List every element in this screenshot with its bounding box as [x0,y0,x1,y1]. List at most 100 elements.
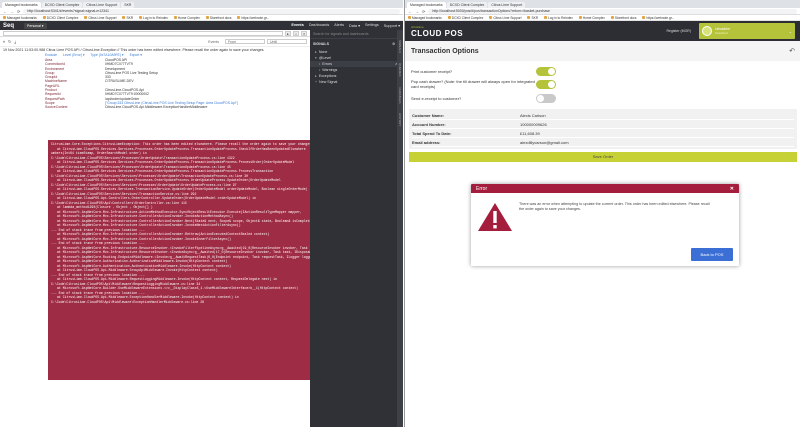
signals-heading: SIGNALS [313,42,329,46]
error-dialog: Error ✕ There was an error when attempti… [471,184,739,266]
customer-row: Email address: alexdillyvarson@gmail.com [412,138,794,147]
property-value: CitrusLime POS Live Testing Setup [105,70,158,75]
customer-row: Total Spend To Date: £11,608.39 [412,129,794,138]
customer-value: Alexis Carlson [520,112,546,118]
bookmark-item[interactable]: DCXD Client Complex [43,16,79,20]
search-input[interactable] [3,30,283,36]
bookmark-item[interactable]: https://webnote.gr... [642,16,674,20]
refresh-icon[interactable]: ↻ [8,39,11,44]
exception-line: CitrusLime.Core.Exceptions.CitrusLimeExc… [51,142,310,146]
star-icon[interactable]: ☆ [293,30,299,36]
nav-support[interactable]: Support ▾ [384,23,400,28]
bookmark-item[interactable]: SKR [122,16,133,20]
url-input[interactable]: http://localhost:5341/#/events?signal=si… [23,8,400,14]
bookmark-item[interactable]: DCXD Client Complex [448,16,484,20]
close-icon[interactable]: ✕ [730,186,734,192]
bookmark-item[interactable]: SKR [527,16,538,20]
user-menu[interactable]: citruslime Cheshunt ⌄ [699,23,795,39]
back-icon[interactable]: ← [3,9,7,14]
tail-icon[interactable]: ⤓ [14,39,16,44]
pause-icon[interactable]: ⏸ [3,39,5,44]
export-button[interactable]: Export ▾ [130,53,142,57]
signal-label: None [318,50,328,54]
signal-label: Exceptions [318,74,337,78]
seq-nav: Events Dashboards Alerts Data ▾ Settings… [286,23,400,28]
bookmark-item[interactable]: Home Complex [174,16,200,20]
bookmark-item[interactable]: Log in to Reindex [544,16,573,20]
customer-value: 100000009626 [520,121,547,127]
signal-icon: • [319,62,321,66]
customer-value: £11,608.39 [520,130,540,136]
cash-drawer-toggle[interactable] [536,79,556,89]
seq-logo[interactable]: Seq [3,23,14,29]
bookmark-item[interactable]: Log in to Reindex [139,16,168,20]
signals-panel: Search for signals and dashboards SIGNAL… [310,30,403,427]
bookmark-item[interactable]: Storefront docs [611,16,637,20]
run-search-icon[interactable]: ▸ [285,30,291,36]
back-icon[interactable]: ← [408,9,412,14]
nav-dashboards[interactable]: Dashboards [309,23,329,28]
bookmark-item[interactable]: https://webnote.gr... [237,16,269,20]
rail-history[interactable]: HISTORY [398,113,402,126]
expand-icon: ▾ [315,56,317,60]
chevron-down-icon: ⌄ [788,28,792,34]
forward-icon[interactable]: → [10,9,14,14]
type-filter-button[interactable]: Type (0x7A10A9FE) ▾ [90,53,123,57]
nav-alerts[interactable]: Alerts [334,23,344,28]
exception-line: at Microsoft.AspNetCore.Builder.UseMiddl… [57,286,299,290]
signal-icon: • [319,68,321,72]
rail-queries[interactable]: QUERIES [398,63,402,77]
url-input[interactable]: http://localhost:5000/pos/#/pos/transact… [428,8,797,14]
seq-browser-window: Managed bookmarks DCXD Client Complex Ci… [0,0,403,427]
add-icon: + [315,80,318,84]
address-bar: ← → ⟳ http://localhost:5341/#/events?sig… [0,8,403,15]
signal-label: Errors [322,62,333,66]
reload-icon[interactable]: ⟳ [422,9,425,14]
signal-label: @Level [318,56,332,60]
print-receipt-toggle[interactable] [536,66,556,76]
pos-browser-window: Managed bookmarks DCXD Client Complex Ci… [404,0,800,427]
exception-line: at CitrusLime.CloudPOS.Api.Middleware.Re… [57,277,277,281]
event-properties: Area CloudPOS API ConnectionId 0HMD7C077TV… [0,58,310,110]
back-arrow-icon[interactable]: ↶ [789,47,795,55]
bookmark-item[interactable]: Managed bookmarks [3,16,37,20]
workspace-selector[interactable]: Personal ▾ [24,22,47,29]
rail-signals[interactable]: SIGNALS [398,40,402,53]
from-date-field[interactable]: From [225,39,265,44]
level-filter-button[interactable]: Level (Error) ▾ [63,53,85,57]
bookmark-item[interactable]: Managed bookmarks [408,16,442,20]
option-label: Send e-receipt to customer? [411,95,462,101]
register-label: Register (MGR) [666,29,691,33]
bookmark-item[interactable]: Home Complex [579,16,605,20]
bookmark-item[interactable]: Citrus Lime Support [489,16,521,20]
date-range-label: Events [208,39,219,44]
until-date-field[interactable]: Until [267,39,307,44]
error-message: There was an error when attempting to up… [519,202,710,211]
address-bar: ← → ⟳ http://localhost:5000/pos/#/pos/tr… [405,8,800,15]
exception-stack-trace[interactable]: CitrusLime.Core.Exceptions.CitrusLimeExc… [48,140,310,380]
forward-icon[interactable]: → [415,9,419,14]
property-row[interactable]: SourceContext CitrusLime.CloudPOS.Api.Mid… [45,105,310,109]
e-receipt-toggle[interactable] [536,93,556,103]
nav-data[interactable]: Data ▾ [349,23,360,28]
menu-icon[interactable]: ≡ [301,30,307,36]
seq-header: Seq Personal ▾ Events Dashboards Alerts … [0,21,403,30]
signal-search-input[interactable]: Search for signals and dashboards [310,30,403,39]
customer-key: Account Number: [412,121,446,127]
cloud-pos-logo[interactable]: citruslime CLOUD POS [411,25,463,38]
save-order-button[interactable]: Save Order [409,152,797,162]
nav-events[interactable]: Events [291,23,303,28]
customer-card: Customer Name: Alexis Carlson Account Num… [409,109,797,149]
back-to-pos-button[interactable]: Back to POS [691,248,733,261]
nav-settings[interactable]: Settings [365,23,379,28]
bookmark-item[interactable]: Storefront docs [206,16,232,20]
bookmark-item[interactable]: Citrus Lime Support [84,16,116,20]
page-title: Transaction Options [411,47,479,55]
signal-label: New Signal [319,80,338,84]
new-signal-button[interactable]: + New Signal [310,79,403,85]
reload-icon[interactable]: ⟳ [17,9,20,14]
option-e-receipt: Send e-receipt to customer? [411,90,561,106]
option-label: Pop cash drawer? (Note: the till drawer … [411,79,535,89]
rail-variables[interactable]: VARIABLES [398,87,402,103]
exclude-button[interactable]: Exclude [45,53,57,57]
